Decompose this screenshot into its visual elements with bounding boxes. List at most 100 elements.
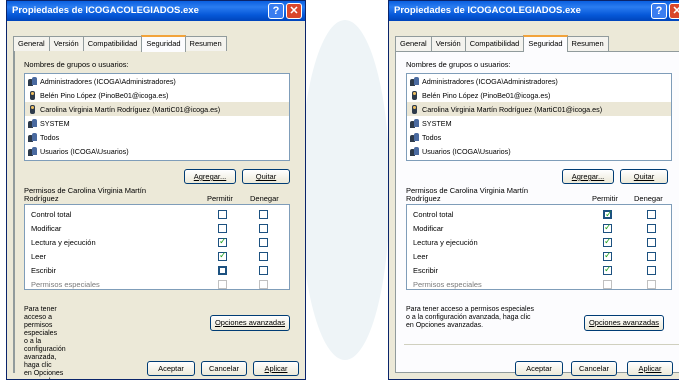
allow-checkbox[interactable]	[218, 250, 227, 261]
cancel-button[interactable]: Cancelar	[201, 361, 247, 376]
permission-name: Leer	[413, 252, 429, 261]
add-button[interactable]: Agregar...	[562, 169, 614, 184]
users-listbox[interactable]: Administradores (ICOGA\Administradores) …	[24, 73, 290, 161]
help-button[interactable]: ?	[651, 3, 667, 19]
cancel-button[interactable]: Cancelar	[571, 361, 617, 376]
allow-checkbox[interactable]	[603, 209, 613, 220]
allow-checkbox[interactable]	[218, 224, 227, 233]
tab-strip: General Versión Compatibilidad Seguridad…	[13, 35, 227, 52]
deny-checkbox[interactable]	[647, 280, 656, 289]
permission-name: Lectura y ejecución	[31, 238, 96, 247]
allow-checkbox[interactable]	[603, 236, 612, 247]
deny-checkbox[interactable]	[259, 224, 268, 233]
allow-checkbox[interactable]	[603, 264, 612, 275]
list-item[interactable]: SYSTEM	[25, 116, 289, 130]
permissions-list: Control total Modificar Lectura y ejecuc…	[406, 204, 672, 290]
user-icon	[410, 90, 419, 100]
users-listbox[interactable]: Administradores (ICOGA\Administradores) …	[406, 73, 672, 161]
group-icon	[410, 76, 419, 86]
close-button[interactable]: ✕	[669, 3, 679, 19]
background-shape	[300, 20, 390, 360]
list-item[interactable]: Todos	[407, 130, 671, 144]
advanced-text: Para tener acceso a permisos especiales …	[24, 306, 66, 379]
allow-column-header: Permitir	[592, 194, 618, 203]
list-item[interactable]: Belén Pino López (PinoBe01@icoga.es)	[407, 88, 671, 102]
permission-name: Permisos especiales	[31, 280, 100, 289]
allow-checkbox[interactable]	[218, 280, 227, 289]
deny-checkbox[interactable]	[259, 280, 268, 289]
deny-checkbox[interactable]	[647, 210, 656, 219]
add-button[interactable]: Agregar...	[184, 169, 236, 184]
advanced-text: Para tener acceso a permisos especiales …	[406, 306, 535, 329]
deny-checkbox[interactable]	[259, 210, 268, 219]
remove-button[interactable]: Quitar	[620, 169, 668, 184]
group-icon	[410, 118, 419, 128]
group-icon	[28, 118, 37, 128]
permission-name: Lectura y ejecución	[413, 238, 478, 247]
tab-summary[interactable]: Resumen	[566, 36, 609, 51]
deny-checkbox[interactable]	[647, 266, 656, 275]
user-icon	[410, 104, 419, 114]
list-item[interactable]: Usuarios (ICOGA\Usuarios)	[407, 144, 671, 158]
deny-checkbox[interactable]	[647, 238, 656, 247]
tab-compatibility[interactable]: Compatibilidad	[464, 36, 525, 51]
properties-dialog-before: Propiedades de ICOGACOLEGIADOS.exe ? ✕ G…	[6, 0, 306, 380]
deny-column-header: Denegar	[250, 194, 279, 203]
allow-column-header: Permitir	[207, 194, 233, 203]
divider	[404, 344, 679, 345]
remove-button[interactable]: Quitar	[242, 169, 290, 184]
list-item[interactable]: Todos	[25, 130, 289, 144]
deny-checkbox[interactable]	[259, 266, 268, 275]
help-button[interactable]: ?	[268, 3, 284, 19]
title-bar[interactable]: Propiedades de ICOGACOLEGIADOS.exe ? ✕	[7, 1, 305, 21]
tab-summary[interactable]: Resumen	[184, 36, 227, 51]
tab-general[interactable]: General	[13, 36, 50, 51]
list-item[interactable]: Administradores (ICOGA\Administradores)	[407, 74, 671, 88]
tab-strip: General Versión Compatibilidad Seguridad…	[395, 35, 609, 52]
apply-button[interactable]: Aplicar	[627, 361, 673, 376]
group-icon	[410, 132, 419, 142]
groups-label: Nombres de grupos o usuarios:	[24, 60, 129, 69]
security-panel: Nombres de grupos o usuarios: Administra…	[395, 51, 679, 373]
permission-name: Permisos especiales	[413, 280, 482, 289]
allow-checkbox[interactable]	[603, 280, 612, 289]
tab-security[interactable]: Seguridad	[141, 35, 186, 52]
window-title: Propiedades de ICOGACOLEGIADOS.exe	[12, 5, 199, 16]
tab-general[interactable]: General	[395, 36, 432, 51]
permission-name: Escribir	[31, 266, 57, 275]
list-item[interactable]: Belén Pino López (PinoBe01@icoga.es)	[25, 88, 289, 102]
title-bar[interactable]: Propiedades de ICOGACOLEGIADOS.exe ? ✕	[389, 1, 679, 21]
permission-name: Control total	[413, 210, 454, 219]
list-item-selected[interactable]: Carolina Virginia Martín Rodríguez (Mart…	[407, 102, 671, 116]
allow-checkbox[interactable]	[218, 236, 227, 247]
ok-button[interactable]: Aceptar	[147, 361, 195, 376]
allow-checkbox[interactable]	[603, 222, 612, 233]
permissions-label-user: Rodríguez	[406, 194, 441, 203]
deny-checkbox[interactable]	[647, 252, 656, 261]
advanced-options-button[interactable]: Opciones avanzadas	[210, 315, 290, 331]
list-item[interactable]: Usuarios (ICOGA\Usuarios)	[25, 144, 289, 158]
group-icon	[410, 146, 419, 156]
groups-label: Nombres de grupos o usuarios:	[406, 60, 511, 69]
allow-checkbox[interactable]	[218, 210, 227, 219]
deny-checkbox[interactable]	[259, 238, 268, 247]
apply-button[interactable]: Aplicar	[253, 361, 299, 376]
tab-version[interactable]: Versión	[430, 36, 466, 51]
list-item[interactable]: Administradores (ICOGA\Administradores)	[25, 74, 289, 88]
allow-checkbox[interactable]	[218, 266, 227, 275]
tab-security[interactable]: Seguridad	[523, 35, 568, 52]
close-button[interactable]: ✕	[286, 3, 302, 19]
deny-checkbox[interactable]	[647, 224, 656, 233]
tab-version[interactable]: Versión	[48, 36, 84, 51]
tab-compatibility[interactable]: Compatibilidad	[82, 36, 143, 51]
allow-checkbox[interactable]	[603, 250, 612, 261]
user-icon	[28, 90, 37, 100]
list-item-selected[interactable]: Carolina Virginia Martín Rodríguez (Mart…	[25, 102, 289, 116]
permissions-label-user: Rodríguez	[24, 194, 59, 203]
deny-checkbox[interactable]	[259, 252, 268, 261]
group-icon	[28, 76, 37, 86]
ok-button[interactable]: Aceptar	[515, 361, 563, 376]
list-item[interactable]: SYSTEM	[407, 116, 671, 130]
advanced-options-button[interactable]: Opciones avanzadas	[584, 315, 664, 331]
permission-name: Leer	[31, 252, 47, 261]
